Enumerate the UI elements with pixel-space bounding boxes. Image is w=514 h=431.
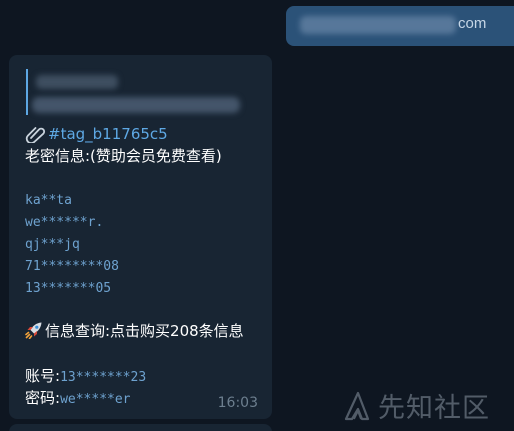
next-message-bubble[interactable] [9,424,272,431]
xianzhi-logo-icon [344,391,370,420]
outgoing-message-text: com [458,15,487,32]
reply-accent-bar [26,69,28,115]
password-value: we*****er [60,392,131,407]
watermark-text: 先知社区 [378,393,490,424]
query-link-text: 信息查询:点击购买208条信息 [45,322,244,340]
paperclip-icon [25,127,46,143]
watermark: 先知社区 [340,386,490,425]
password-label: 密码: [25,389,61,407]
message-title: 老密信息:(赞助会员免费查看) [25,147,222,165]
outgoing-message-bubble[interactable]: com [286,6,514,46]
reply-preview[interactable] [26,69,246,117]
redacted-email-blur [300,16,456,34]
masked-entry: ka**ta [25,193,72,208]
rocket-icon [25,322,42,339]
account-label: 账号: [25,367,61,385]
reply-author-blur [36,75,118,89]
masked-entry: qj***jq [25,237,80,252]
account-line: 账号:13*******23 [25,366,146,388]
hashtag-line: #tag_b11765c5 [25,125,168,143]
message-timestamp: 16:03 [217,395,258,411]
incoming-message-bubble[interactable]: #tag_b11765c5 老密信息:(赞助会员免费查看) ka**ta we*… [9,55,272,419]
masked-entry: we******r. [25,215,104,230]
hashtag-link[interactable]: #tag_b11765c5 [48,125,168,143]
masked-entry: 13*******05 [25,281,112,296]
password-line: 密码:we*****er [25,388,131,410]
reply-text-blur [32,97,240,113]
account-value: 13*******23 [60,370,147,385]
query-line: 信息查询:点击购买208条信息 [25,321,244,341]
chat-view: com #tag_b11765c5 老密信息:(赞助会员免费查看) ka**ta… [0,0,514,431]
masked-entry: 71********08 [25,259,119,274]
